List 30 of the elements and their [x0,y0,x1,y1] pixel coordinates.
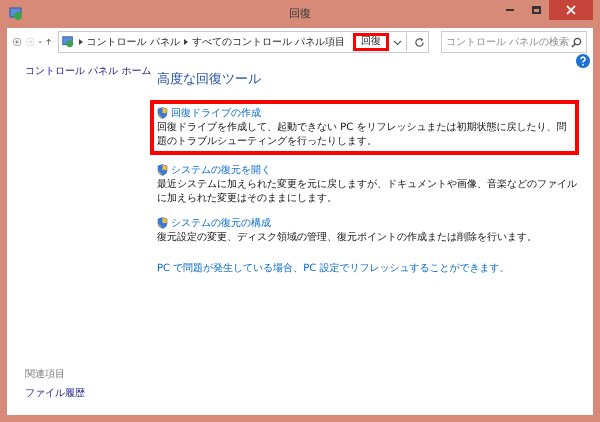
close-icon [566,5,576,15]
breadcrumb-item[interactable]: 回復 [353,33,389,51]
control-panel-icon [60,35,75,49]
help-icon[interactable] [576,54,590,68]
section-heading: 高度な回復ツール [157,71,262,89]
refresh-link[interactable]: PC で問題が発生している場合、PC 設定でリフレッシュすることができます。 [157,260,579,276]
chevron-icon[interactable] [78,39,83,45]
shield-icon [157,217,168,229]
shield-icon [157,107,168,119]
sidebar-link[interactable]: ファイル履歴 [25,386,157,401]
control-panel-icon [8,6,24,22]
sidebar-link[interactable]: コントロール パネル ホーム [25,64,157,79]
dropdown-icon[interactable] [393,38,402,46]
shield-icon [157,164,168,176]
address-field[interactable]: コントロール パネル すべてのコントロール パネル項目 回復 [58,31,429,53]
search-icon [571,36,582,48]
close-button[interactable] [549,0,593,20]
search-field[interactable]: コントロール パネルの検索 [441,31,587,53]
chevron-icon[interactable] [184,39,188,45]
refresh-icon[interactable] [414,36,425,48]
tool-description: 回復ドライブを作成して、起動できない PC をリフレッシュまたは初期状態に戻したり、問題のトラブルシューティングを行ったりします。 [157,120,568,148]
breadcrumb-item[interactable]: コントロール パネル [86,34,180,50]
window-title: 回復 [289,6,311,22]
tool-description: 復元設定の変更、ディスク領域の管理、復元ポイントの作成または削除を行います。 [157,230,538,244]
breadcrumb-item[interactable]: すべてのコントロール パネル項目 [192,34,345,50]
tool-link[interactable]: システムの復元の構成 [171,216,271,230]
tool-description: 最近システムに加えられた変更を元に戻しますが、ドキュメントや画像、音楽などのファイルに加えられた変更はそのままにします。 [157,178,578,206]
tool-link[interactable]: システムの復元を開く [171,162,271,178]
tool-link[interactable]: 回復ドライブの作成 [171,106,261,120]
related-heading: 関連項目 [25,368,66,382]
